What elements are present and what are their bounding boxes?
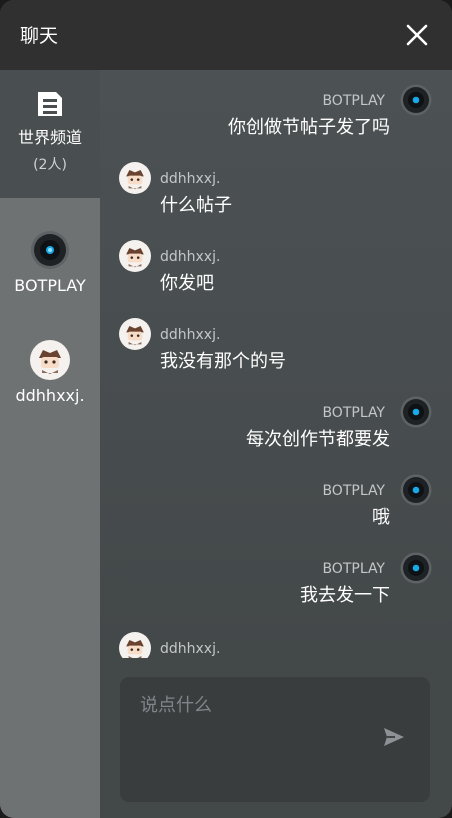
message-text: 你创做节帖子发了吗 xyxy=(228,117,390,138)
message-sender: ddhhxxj. xyxy=(160,641,221,657)
message-text: 哦 xyxy=(372,507,390,528)
chat-title: 聊天 xyxy=(20,25,59,47)
channel-name: 世界频道 xyxy=(17,128,82,147)
message-sender: ddhhxxj. xyxy=(160,171,221,187)
robot-eye-avatar xyxy=(400,474,432,506)
message-sender: BOTPLAY xyxy=(322,561,385,577)
send-button[interactable] xyxy=(382,725,406,749)
chibi-character-avatar xyxy=(119,162,151,194)
message-text: 我去发一下 xyxy=(300,585,390,606)
sidebar-user-name: ddhhxxj. xyxy=(15,386,85,405)
send-icon xyxy=(384,728,404,746)
robot-eye-avatar xyxy=(31,231,69,269)
message-item: BOTPLAY 每次创作节都要发 xyxy=(100,382,452,452)
robot-eye-avatar xyxy=(400,552,432,584)
robot-eye-avatar xyxy=(400,84,432,116)
channel-member-count: (2人) xyxy=(33,157,67,173)
chibi-character-avatar xyxy=(30,340,70,380)
message-item: ddhhxxj. xyxy=(100,618,452,658)
message-composer xyxy=(100,658,452,818)
message-text: 每次创作节都要发 xyxy=(246,429,390,450)
sidebar-item-ddhhxxj[interactable]: ddhhxxj. xyxy=(0,320,100,420)
message-item: ddhhxxj. 你发吧 xyxy=(100,226,452,296)
chibi-character-avatar xyxy=(119,632,151,658)
message-sender: BOTPLAY xyxy=(322,483,385,499)
message-sender: ddhhxxj. xyxy=(160,327,221,343)
channel-document-icon xyxy=(38,92,62,116)
chat-header: 聊天 xyxy=(0,0,452,70)
close-button[interactable] xyxy=(402,20,432,50)
message-input[interactable] xyxy=(140,691,380,719)
message-text: 什么帖子 xyxy=(160,195,232,216)
channel-sidebar: 世界频道 (2人) BOTPLAY ddhhxxj. xyxy=(0,70,100,818)
chibi-character-avatar xyxy=(119,318,151,350)
message-item: BOTPLAY 你创做节帖子发了吗 xyxy=(100,70,452,140)
message-text: 我没有那个的号 xyxy=(160,351,286,372)
message-item: BOTPLAY 哦 xyxy=(100,460,452,530)
message-item: ddhhxxj. 什么帖子 xyxy=(100,148,452,218)
robot-eye-avatar xyxy=(400,396,432,428)
message-item: BOTPLAY 我去发一下 xyxy=(100,538,452,608)
message-item: ddhhxxj. 我没有那个的号 xyxy=(100,304,452,374)
sidebar-item-botplay[interactable]: BOTPLAY xyxy=(0,210,100,310)
message-input-box[interactable] xyxy=(120,677,430,802)
sidebar-item-world-channel[interactable]: 世界频道 (2人) xyxy=(0,70,100,198)
message-sender: ddhhxxj. xyxy=(160,249,221,265)
close-icon xyxy=(406,24,428,46)
message-sender: BOTPLAY xyxy=(322,405,385,421)
chat-panel: 聊天 世界频道 (2人) BOTPLAY ddhhxxj. BOTPLAY 你创… xyxy=(0,0,452,818)
message-list[interactable]: BOTPLAY 你创做节帖子发了吗 ddhhxxj. 什么帖子 ddhhxxj.… xyxy=(100,70,452,658)
chibi-character-avatar xyxy=(119,240,151,272)
sidebar-user-name: BOTPLAY xyxy=(14,276,86,295)
message-text: 你发吧 xyxy=(160,273,214,294)
message-sender: BOTPLAY xyxy=(322,93,385,109)
